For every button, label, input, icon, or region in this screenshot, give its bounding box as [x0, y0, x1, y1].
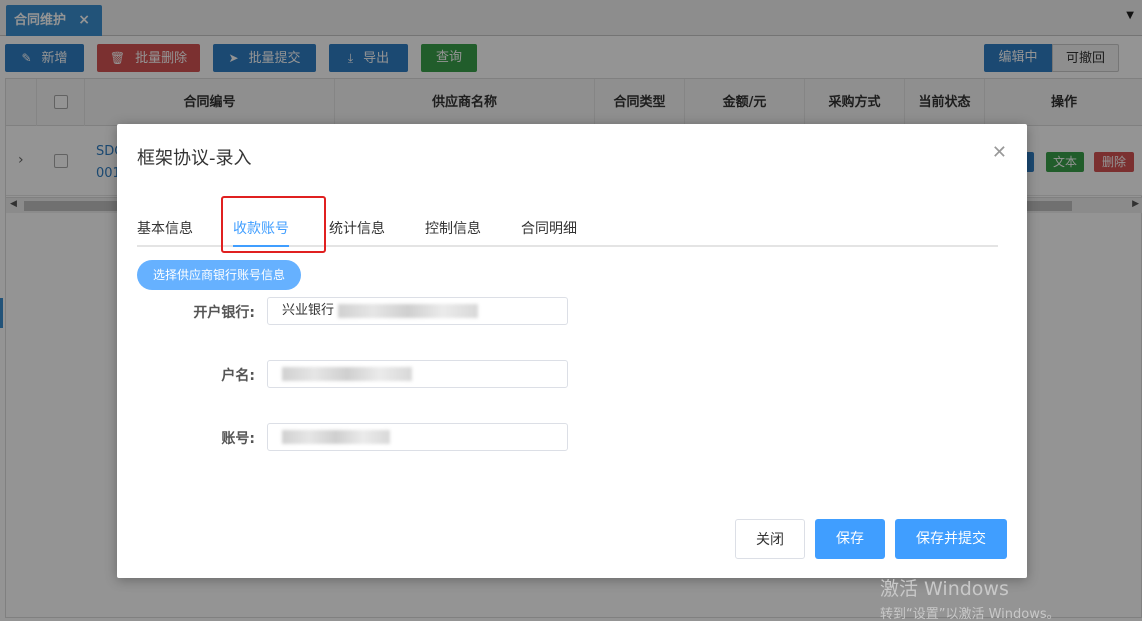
save-and-submit-button[interactable]: 保存并提交 [895, 519, 1007, 559]
close-button[interactable]: 关闭 [735, 519, 805, 559]
watermark-subtitle: 转到“设置”以激活 Windows。 [880, 607, 1060, 621]
bank-input[interactable]: 兴业银行 [267, 297, 568, 325]
close-icon[interactable]: ✕ [992, 142, 1007, 163]
redacted-text [282, 366, 412, 381]
windows-activation-watermark: 激活 Windows 转到“设置”以激活 Windows。 [880, 574, 1060, 621]
framework-agreement-dialog: 框架协议-录入 ✕ 基本信息 收款账号 统计信息 控制信息 合同明细 选择供应商… [117, 124, 1027, 578]
tab-statistics[interactable]: 统计信息 [329, 218, 385, 238]
redacted-text [338, 303, 479, 318]
account-name-input[interactable] [267, 360, 568, 388]
tab-control-info[interactable]: 控制信息 [425, 218, 481, 238]
account-name-label: 户名: [221, 368, 255, 384]
dialog-title: 框架协议-录入 [137, 148, 252, 169]
redacted-text [282, 429, 390, 444]
highlight-annotation-box [221, 196, 326, 253]
watermark-title: 激活 Windows [880, 578, 1009, 600]
bank-label: 开户银行: [193, 305, 255, 321]
select-supplier-bank-button[interactable]: 选择供应商银行账号信息 [137, 260, 301, 290]
tab-contract-details[interactable]: 合同明细 [521, 218, 577, 238]
tab-basic-info[interactable]: 基本信息 [137, 218, 193, 238]
account-number-input[interactable] [267, 423, 568, 451]
save-button[interactable]: 保存 [815, 519, 885, 559]
account-number-label: 账号: [221, 431, 255, 447]
